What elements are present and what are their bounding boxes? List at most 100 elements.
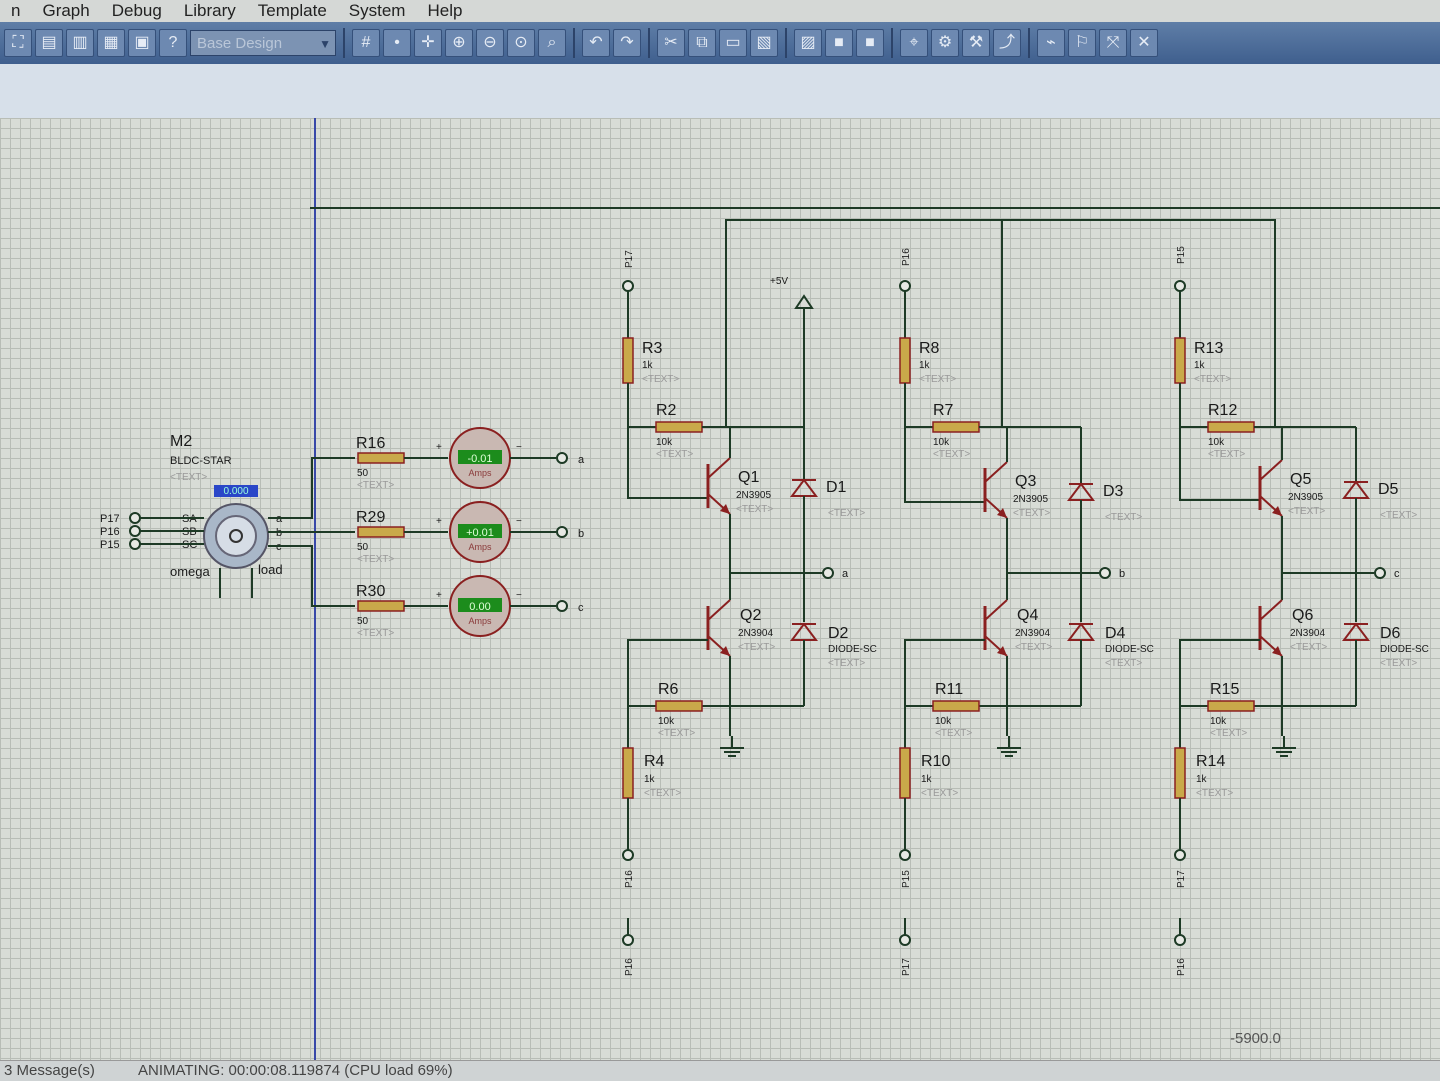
resistor[interactable]	[655, 700, 703, 712]
zoom-all-icon[interactable]: ⊙	[507, 29, 535, 57]
diode[interactable]	[1342, 480, 1370, 499]
resistor-ref: R12	[1208, 402, 1237, 419]
resistor[interactable]	[655, 421, 703, 433]
property-assign-icon[interactable]: ⤧	[1099, 29, 1127, 57]
zoom-out-icon[interactable]: ⊖	[476, 29, 504, 57]
schematic-svg[interactable]: 0.000M2BLDC-STAR<TEXT>SAP17SBP16SCP15abc…	[0, 118, 1440, 1060]
ammeter-unit: Amps	[468, 616, 492, 626]
phase-output-terminal[interactable]	[1374, 567, 1386, 579]
output-terminal[interactable]	[556, 452, 568, 464]
input-terminal[interactable]	[622, 849, 634, 861]
undo-icon[interactable]: ↶	[582, 29, 610, 57]
menu-n[interactable]: n	[0, 1, 31, 21]
resistor-value: 10k	[933, 437, 950, 448]
motor-input-terminal[interactable]	[129, 525, 141, 537]
wire-autorouter-icon[interactable]: ⌁	[1037, 29, 1065, 57]
zoom-area-icon[interactable]: ⌕	[538, 29, 566, 57]
input-terminal[interactable]	[899, 849, 911, 861]
input-terminal[interactable]	[1174, 280, 1186, 292]
message-count[interactable]: 3 Message(s)	[4, 1062, 95, 1079]
input-terminal[interactable]	[622, 280, 634, 292]
grid-icon[interactable]: #	[352, 29, 380, 57]
resistor-text: <TEXT>	[1194, 374, 1231, 385]
resistor[interactable]	[899, 747, 911, 799]
resistor[interactable]	[899, 337, 911, 384]
resistor-ref: R10	[921, 753, 950, 770]
transistor-lead	[707, 457, 731, 479]
resistor[interactable]	[357, 452, 405, 464]
pick-device-icon[interactable]: ⌖	[900, 29, 928, 57]
resistor[interactable]	[1207, 421, 1255, 433]
input-terminal[interactable]	[899, 934, 911, 946]
resistor-value: 50	[357, 468, 369, 479]
resistor-value: 50	[357, 542, 369, 553]
diode[interactable]	[790, 478, 818, 497]
diode[interactable]	[790, 622, 818, 641]
diode-type: DIODE-SC	[828, 644, 877, 655]
decompose-icon[interactable]: ⤴	[993, 29, 1021, 57]
resistor-text: <TEXT>	[919, 374, 956, 385]
design-explorer-icon[interactable]: ✕	[1130, 29, 1158, 57]
redo-icon[interactable]: ↷	[613, 29, 641, 57]
diode[interactable]	[1342, 622, 1370, 641]
resistor-value: 1k	[921, 774, 933, 785]
menu-debug[interactable]: Debug	[101, 1, 173, 21]
schematic-canvas[interactable]: 0.000M2BLDC-STAR<TEXT>SAP17SBP16SCP15abc…	[0, 118, 1440, 1060]
cut-icon[interactable]: ✂	[657, 29, 685, 57]
phase-output-label: b	[1119, 568, 1125, 580]
origin-icon[interactable]: •	[383, 29, 411, 57]
resistor[interactable]	[1207, 700, 1255, 712]
output-terminal[interactable]	[556, 600, 568, 612]
paste-icon[interactable]: ▭	[719, 29, 747, 57]
block-move-icon[interactable]: ▨	[794, 29, 822, 57]
help-icon[interactable]: ?	[159, 29, 187, 57]
resistor[interactable]	[357, 600, 405, 612]
make-device-icon[interactable]: ⚙	[931, 29, 959, 57]
ammeter-plus-label: +	[436, 590, 442, 601]
resistor[interactable]	[1174, 337, 1186, 384]
block-delete-icon[interactable]: ■	[856, 29, 884, 57]
input-terminal[interactable]	[622, 934, 634, 946]
resistor-value: 10k	[656, 437, 673, 448]
block-copy-icon[interactable]: ▧	[750, 29, 778, 57]
pan-icon[interactable]: ✛	[414, 29, 442, 57]
menu-system[interactable]: System	[338, 1, 417, 21]
print-icon[interactable]: ▣	[128, 29, 156, 57]
resistor[interactable]	[622, 747, 634, 799]
resistor[interactable]	[357, 526, 405, 538]
input-terminal[interactable]	[899, 280, 911, 292]
copy-icon[interactable]: ⧉	[688, 29, 716, 57]
diode-ref: D1	[826, 479, 847, 496]
menu-graph[interactable]: Graph	[31, 1, 100, 21]
transistor-lead	[707, 599, 731, 621]
menu-library[interactable]: Library	[173, 1, 247, 21]
open-icon[interactable]: ▥	[66, 29, 94, 57]
menu-help[interactable]: Help	[416, 1, 473, 21]
motor-input-terminal[interactable]	[129, 512, 141, 524]
diode[interactable]	[1067, 622, 1095, 641]
phase-output-terminal[interactable]	[822, 567, 834, 579]
resistor[interactable]	[622, 337, 634, 384]
save-icon[interactable]: ▦	[97, 29, 125, 57]
output-terminal[interactable]	[556, 526, 568, 538]
resistor-value: 50	[357, 616, 369, 627]
menu-template[interactable]: Template	[247, 1, 338, 21]
phase-output-terminal[interactable]	[1099, 567, 1111, 579]
transistor-type: 2N3904	[1015, 628, 1050, 639]
block-rotate-icon[interactable]: ■	[825, 29, 853, 57]
diode[interactable]	[1067, 482, 1095, 501]
zoom-to-sheet-icon[interactable]: ⛶	[4, 29, 32, 57]
input-terminal[interactable]	[1174, 849, 1186, 861]
new-icon[interactable]: ▤	[35, 29, 63, 57]
ammeter-minus-label: −	[516, 442, 522, 453]
packaging-icon[interactable]: ⚒	[962, 29, 990, 57]
layer-select[interactable]: Base Design ▼	[190, 30, 336, 56]
input-terminal[interactable]	[1174, 934, 1186, 946]
transistor-ref: Q3	[1015, 473, 1036, 490]
motor-input-terminal[interactable]	[129, 538, 141, 550]
zoom-in-icon[interactable]: ⊕	[445, 29, 473, 57]
search-tag-icon[interactable]: ⚐	[1068, 29, 1096, 57]
resistor[interactable]	[932, 421, 980, 433]
resistor[interactable]	[1174, 747, 1186, 799]
resistor[interactable]	[932, 700, 980, 712]
